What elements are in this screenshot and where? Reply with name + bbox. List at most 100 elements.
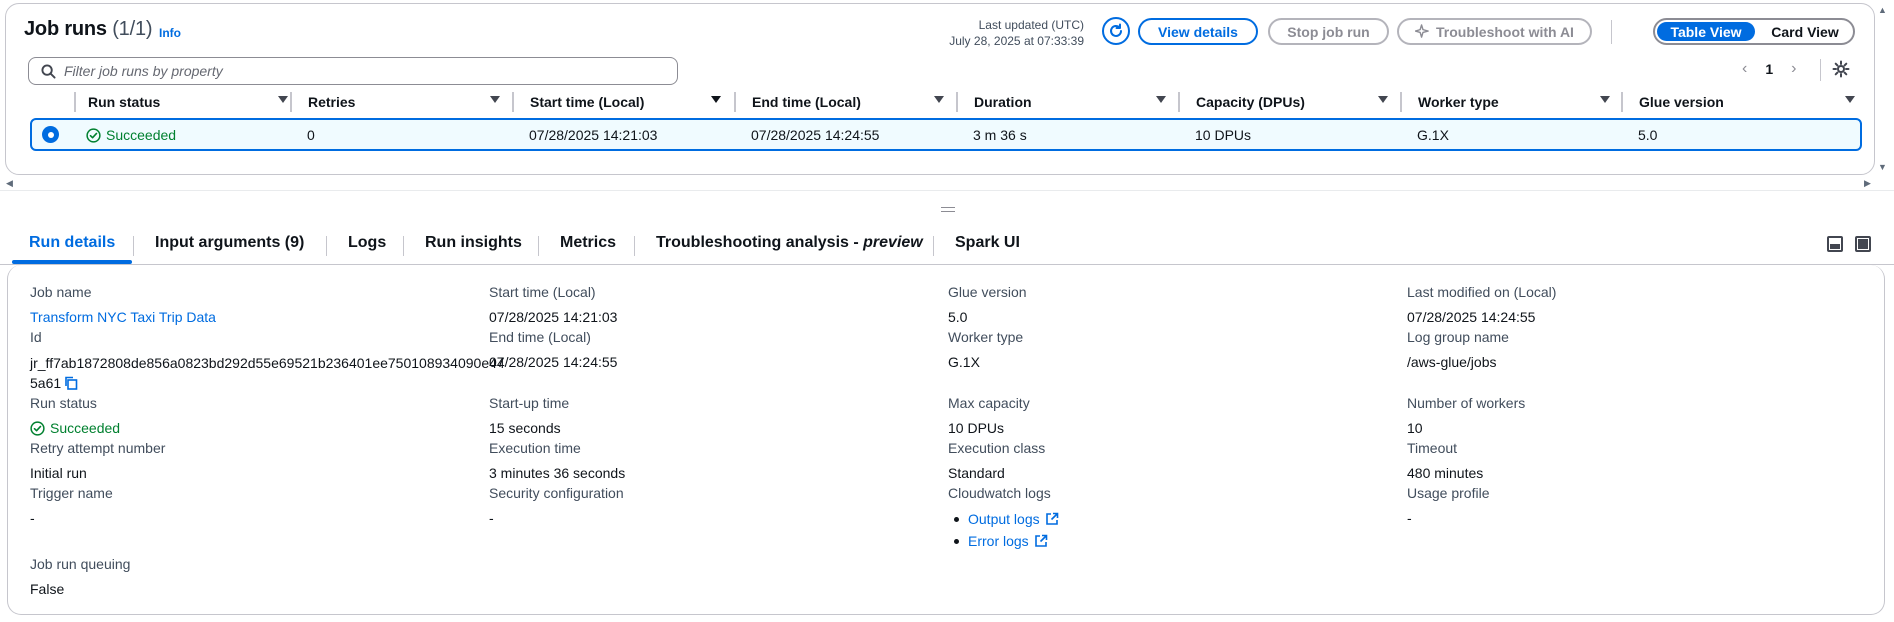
troubleshoot-ai-button[interactable]: Troubleshoot with AI	[1397, 18, 1592, 45]
tab-spark-ui[interactable]: Spark UI	[955, 234, 1020, 252]
success-check-icon	[30, 420, 45, 436]
row-run-status-text: Succeeded	[106, 127, 177, 143]
col-divider	[956, 92, 958, 112]
col-divider	[1400, 92, 1402, 112]
split-divider	[0, 190, 1894, 191]
current-page[interactable]: 1	[1765, 61, 1773, 77]
scroll-right-icon[interactable]: ▶	[1864, 178, 1871, 189]
col-divider	[734, 92, 736, 112]
tab-logs[interactable]: Logs	[348, 234, 386, 252]
worker-type-label: Worker type	[948, 329, 1024, 345]
settings-gear-icon[interactable]	[1832, 60, 1850, 78]
id-label: Id	[30, 329, 42, 345]
scroll-left-icon[interactable]: ◀	[6, 178, 13, 189]
execution-time-label: Execution time	[489, 440, 581, 456]
worker-type-field: Worker type G.1X	[948, 328, 1023, 371]
col-glue-version[interactable]: Glue version	[1621, 91, 1855, 113]
security-config-label: Security configuration	[489, 485, 624, 501]
tab-divider	[634, 236, 635, 256]
col-duration[interactable]: Duration	[956, 91, 1166, 113]
start-time-field: Start time (Local) 07/28/2025 14:21:03	[489, 283, 617, 326]
sort-icon	[1378, 96, 1388, 103]
tab-divider	[933, 236, 934, 256]
split-side-icon[interactable]	[1855, 236, 1871, 252]
col-start-time[interactable]: Start time (Local)	[512, 91, 721, 113]
max-capacity-label: Max capacity	[948, 395, 1030, 411]
scroll-down-icon[interactable]: ▼	[1878, 162, 1887, 172]
run-status-value: Succeeded	[30, 419, 120, 437]
retry-attempt-value: Initial run	[30, 465, 87, 481]
info-link[interactable]: Info	[159, 26, 181, 40]
end-time-field: End time (Local) 07/28/2025 14:24:55	[489, 328, 617, 371]
execution-class-label: Execution class	[948, 440, 1046, 456]
max-capacity-value: 10 DPUs	[948, 420, 1005, 436]
log-group-field: Log group name /aws-glue/jobs	[1407, 328, 1509, 371]
table-header: Run status Retries Start time (Local) En…	[28, 91, 1858, 113]
scroll-up-icon[interactable]: ▲	[1878, 5, 1887, 15]
tab-metrics[interactable]: Metrics	[560, 234, 616, 252]
col-retries-label: Retries	[308, 94, 356, 110]
usage-profile-field: Usage profile -	[1407, 484, 1490, 527]
start-time-value: 07/28/2025 14:21:03	[489, 309, 618, 325]
row-select-radio[interactable]	[42, 126, 59, 143]
copy-icon[interactable]	[64, 376, 78, 390]
refresh-button[interactable]	[1102, 17, 1130, 45]
startup-time-value: 15 seconds	[489, 420, 561, 436]
tab-run-insights[interactable]: Run insights	[425, 234, 522, 252]
error-logs-text: Error logs	[968, 533, 1029, 549]
job-run-queuing-value: False	[30, 581, 65, 597]
col-divider	[1621, 92, 1623, 112]
table-row[interactable]: Succeeded 0 07/28/2025 14:21:03 07/28/20…	[30, 118, 1862, 151]
split-bottom-icon[interactable]	[1827, 236, 1843, 252]
next-page-icon[interactable]: ›	[1791, 60, 1796, 78]
col-end-time[interactable]: End time (Local)	[734, 91, 944, 113]
error-logs-link[interactable]: Error logs	[948, 530, 1059, 552]
col-run-status[interactable]: Run status	[74, 91, 288, 113]
row-duration: 3 m 36 s	[973, 127, 1027, 143]
col-worker-type[interactable]: Worker type	[1400, 91, 1610, 113]
sort-icon	[1156, 96, 1166, 103]
output-logs-link[interactable]: Output logs	[948, 508, 1059, 530]
card-view-option[interactable]: Card View	[1759, 22, 1851, 41]
execution-class-value: Standard	[948, 465, 1005, 481]
row-glue-version: 5.0	[1638, 127, 1658, 143]
sort-icon	[1845, 96, 1855, 103]
col-end-time-label: End time (Local)	[752, 94, 861, 110]
max-capacity-field: Max capacity 10 DPUs	[948, 394, 1030, 437]
tab-divider	[403, 236, 404, 256]
tab-divider	[538, 236, 539, 256]
end-time-label: End time (Local)	[489, 329, 591, 345]
tab-divider	[133, 236, 134, 256]
trigger-name-label: Trigger name	[30, 485, 113, 501]
col-capacity[interactable]: Capacity (DPUs)	[1178, 91, 1388, 113]
num-workers-label: Number of workers	[1407, 395, 1526, 411]
filter-input[interactable]	[64, 63, 654, 79]
startup-time-field: Start-up time 15 seconds	[489, 394, 569, 437]
table-view-option[interactable]: Table View	[1657, 22, 1755, 41]
num-workers-value: 10	[1407, 420, 1423, 436]
sparkle-icon	[1415, 24, 1429, 38]
resize-handle[interactable]	[941, 207, 955, 212]
title-count: (1/1)	[112, 18, 153, 40]
timeout-label: Timeout	[1407, 440, 1458, 456]
glue-version-field: Glue version 5.0	[948, 283, 1027, 326]
stop-job-run-button[interactable]: Stop job run	[1268, 18, 1389, 45]
run-details-panel: Job name Transform NYC Taxi Trip Data Id…	[7, 265, 1885, 615]
title-text: Job runs	[24, 18, 107, 40]
col-retries[interactable]: Retries	[290, 91, 500, 113]
job-name-link[interactable]: Transform NYC Taxi Trip Data	[30, 308, 216, 326]
last-modified-field: Last modified on (Local) 07/28/2025 14:2…	[1407, 283, 1556, 326]
tab-troubleshooting-analysis[interactable]: Troubleshooting analysis - preview	[656, 234, 923, 252]
prev-page-icon[interactable]: ‹	[1742, 60, 1747, 78]
sort-icon	[1600, 96, 1610, 103]
col-duration-label: Duration	[974, 94, 1032, 110]
col-divider	[1178, 92, 1180, 112]
refresh-icon	[1110, 23, 1122, 37]
view-details-button[interactable]: View details	[1138, 18, 1258, 45]
col-run-status-label: Run status	[88, 94, 161, 110]
tab-run-details[interactable]: Run details	[29, 234, 115, 252]
tab-input-arguments[interactable]: Input arguments (9)	[155, 234, 304, 252]
row-retries: 0	[307, 127, 315, 143]
filter-field[interactable]	[28, 57, 678, 85]
end-time-value: 07/28/2025 14:24:55	[489, 354, 618, 370]
